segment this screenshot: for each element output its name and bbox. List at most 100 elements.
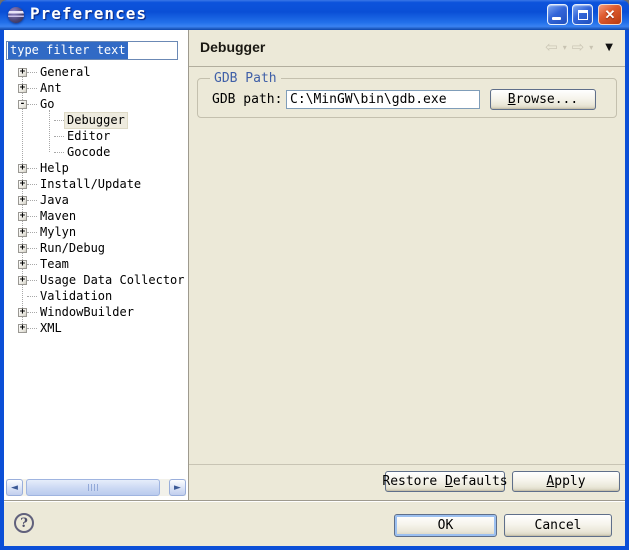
tree-item-windowbuilder[interactable]: + WindowBuilder [4,304,188,320]
tree-item-ant[interactable]: + Ant [4,80,188,96]
tree-item-usage-data-collector[interactable]: + Usage Data Collector [4,272,188,288]
help-icon: ? [20,516,28,531]
tree-connector [27,312,37,313]
tree-item-validation[interactable]: Validation [4,288,188,304]
browse-label-rest: rowse... [516,92,579,107]
tree-item-label[interactable]: XML [38,321,64,336]
expand-icon[interactable]: + [18,212,27,221]
tree-connector [27,280,37,281]
page-navigation: ⇦ ▾ ⇨ ▾ ▼ [545,38,613,56]
tree-item-label[interactable]: Go [38,97,56,112]
tree-item-label[interactable]: Editor [65,129,112,144]
minimize-button[interactable] [547,4,568,25]
tree-item-run-debug[interactable]: + Run/Debug [4,240,188,256]
tree-item-install-update[interactable]: + Install/Update [4,176,188,192]
content-divider [189,464,625,465]
tree-connector [54,152,64,153]
group-title: GDB Path [210,71,281,86]
maximize-button[interactable] [572,4,593,25]
expand-icon[interactable]: + [18,260,27,269]
view-menu-icon[interactable]: ▼ [605,42,613,53]
apply-button[interactable]: Apply [512,471,620,492]
forward-icon[interactable]: ⇨ [572,38,585,56]
tree-item-label[interactable]: Gocode [65,145,112,160]
window-title: Preferences [30,4,147,23]
cancel-button[interactable]: Cancel [504,514,612,537]
gdb-path-input[interactable] [286,90,480,109]
browse-button[interactable]: Browse... [490,89,596,110]
tree-item-label[interactable]: Validation [38,289,114,304]
scroll-right-button[interactable]: ► [169,479,186,496]
maximize-icon [578,10,588,20]
tree-item-label[interactable]: Debugger [65,113,127,128]
expand-icon[interactable]: + [18,244,27,253]
restore-label: Restore [382,474,445,489]
expand-icon[interactable]: + [18,84,27,93]
tree-item-label[interactable]: Maven [38,209,78,224]
expand-icon[interactable]: + [18,68,27,77]
tree-connector [54,120,64,121]
tree-item-go[interactable]: - Go [4,96,188,112]
tree-item-label[interactable]: Ant [38,81,64,96]
scroll-right-icon: ► [174,483,181,493]
tree-item-editor[interactable]: Editor [4,128,188,144]
scroll-left-icon: ◄ [11,483,18,493]
scroll-left-button[interactable]: ◄ [6,479,23,496]
tree-connector [27,232,37,233]
tree-item-label[interactable]: Java [38,193,71,208]
tree-item-general[interactable]: + General [4,64,188,80]
tree-item-help[interactable]: + Help [4,160,188,176]
expand-icon[interactable]: + [18,228,27,237]
tree-item-mylyn[interactable]: + Mylyn [4,224,188,240]
collapse-icon[interactable]: - [18,100,27,109]
tree-item-label[interactable]: Team [38,257,71,272]
apply-label-mnemonic: A [546,474,554,489]
expand-icon[interactable]: + [18,164,27,173]
tree-item-label[interactable]: Run/Debug [38,241,107,256]
tree-item-maven[interactable]: + Maven [4,208,188,224]
gdb-path-label: GDB path: [212,92,282,107]
restore-label-rest: efaults [453,474,508,489]
expand-icon[interactable]: + [18,308,27,317]
tree-item-label[interactable]: Usage Data Collector [38,273,187,288]
expand-icon[interactable]: + [18,196,27,205]
tree-connector [27,88,37,89]
page-title: Debugger [200,39,265,55]
close-icon: ✕ [605,7,616,23]
tree-item-gocode[interactable]: Gocode [4,144,188,160]
forward-dropdown-icon[interactable]: ▾ [589,43,593,52]
tree-connector [27,200,37,201]
tree-connector [54,136,64,137]
tree-connector [27,184,37,185]
ok-button[interactable]: OK [394,514,497,537]
tree-item-label[interactable]: Help [38,161,71,176]
tree-item-debugger[interactable]: Debugger [4,112,188,128]
preferences-tree: + General + Ant - Go DebuggerEditorGocode + Help… [4,64,188,336]
browse-label-mnemonic: B [508,92,516,107]
tree-item-label[interactable]: General [38,65,93,80]
tree-item-label[interactable]: Install/Update [38,177,143,192]
expand-icon[interactable]: + [18,180,27,189]
tree-item-xml[interactable]: + XML [4,320,188,336]
tree-item-label[interactable]: WindowBuilder [38,305,136,320]
tree-item-java[interactable]: + Java [4,192,188,208]
scrollbar-thumb[interactable] [26,479,160,496]
restore-defaults-button[interactable]: Restore Defaults [385,471,505,492]
tree-item-label[interactable]: Mylyn [38,225,78,240]
title-bar[interactable]: Preferences ✕ [0,0,629,30]
help-button[interactable]: ? [14,513,34,533]
restore-label-mnemonic: D [445,474,453,489]
horizontal-scrollbar[interactable]: ◄ ► [6,479,186,496]
header-divider [189,66,625,67]
filter-selected-text: type filter text [8,42,128,59]
tree-item-team[interactable]: + Team [4,256,188,272]
expand-icon[interactable]: + [18,324,27,333]
tree-connector [27,264,37,265]
back-dropdown-icon[interactable]: ▾ [563,43,567,52]
expand-icon[interactable]: + [18,276,27,285]
preferences-tree-panel: type filter text + General + Ant - Go Debugger… [4,30,188,500]
close-button[interactable]: ✕ [598,4,622,25]
back-icon[interactable]: ⇦ [545,38,558,56]
filter-input[interactable]: type filter text [6,41,178,60]
debugger-settings-page: Debugger ⇦ ▾ ⇨ ▾ ▼ GDB Path GDB path: Br… [189,30,625,500]
